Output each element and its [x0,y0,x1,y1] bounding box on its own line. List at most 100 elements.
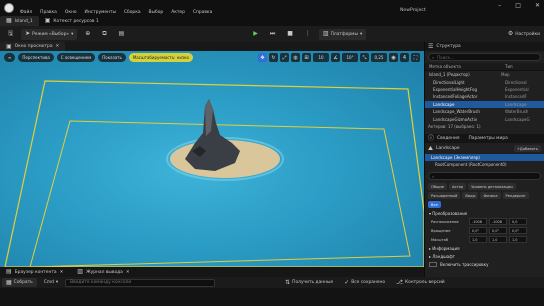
close-icon[interactable]: ✕ [56,44,60,49]
menu-item-window[interactable]: Окно [65,10,77,15]
world-settings-tab-label[interactable]: Параметры мира [468,136,507,141]
menu-item-tools[interactable]: Инструменты [85,10,116,15]
play-options-button[interactable]: ⋮ [301,29,315,40]
scale-z-field[interactable]: 1,0 [509,236,527,243]
close-icon[interactable]: ✕ [60,270,64,275]
step-button[interactable]: ⏭ [266,29,279,40]
chevron-down-icon: ▾ [71,31,74,37]
viewport-toolbar-left: ≡ Перспектива С освещением Показать Масш… [4,53,193,62]
filter-physics[interactable]: Физика [480,192,501,199]
rotation-y-field[interactable]: 0,0° [489,227,507,234]
actor-name[interactable]: Landscape [436,146,511,151]
tab-output-log[interactable]: ▥ Журнал вывода ✕ [71,267,135,277]
filter-views[interactable]: Виды [462,192,479,199]
outliner-row-selected[interactable]: Landscape Landscape [425,100,544,108]
settings-button[interactable]: ⚙ Настройки [504,29,544,40]
tab-level[interactable]: ▦ Island_1 [0,16,39,26]
scale-x-field[interactable]: 1,0 [469,236,487,243]
rotation-x-field[interactable]: 0,0° [469,227,487,234]
camera-speed-icon[interactable]: ◉ [389,53,398,62]
rotate-tool-icon[interactable]: ↻ [269,53,278,62]
location-z-field[interactable]: 0,0 [509,218,527,225]
menu-item-edit[interactable]: Правка [40,10,57,15]
outliner-row[interactable]: Landscape_WaterBrush WaterBrush [425,108,544,115]
scale-snap-icon[interactable]: ⤡ [360,53,369,62]
cinematics-button[interactable]: ▤ [115,29,129,40]
rotation-z-field[interactable]: 0,0° [509,227,527,234]
filter-rendering[interactable]: Рендеринг [502,192,529,199]
maximize-icon[interactable]: □ [515,2,521,9]
translate-tool-icon[interactable]: ✥ [258,53,267,62]
close-icon[interactable]: ✕ [126,270,130,275]
details-tab-label[interactable]: Сведения [437,136,459,141]
outliner-row[interactable]: LandscapeGizmoActiv LandscapeG [425,115,544,122]
component-row-selected[interactable]: Landscape (Экземпляр) [425,154,544,161]
camera-speed-value[interactable]: 4 [400,53,409,62]
outliner-row[interactable]: InstancedFoliageActor InstancedF [425,93,544,100]
rotation-snap-value[interactable]: 10° [342,53,358,62]
close-icon[interactable]: ✕ [535,2,540,9]
lit-dropdown[interactable]: С освещением [56,53,96,62]
section-landscape[interactable]: ▸ Ландшафт [425,252,544,260]
mode-dropdown[interactable]: ➤ Режим «Выбор» ▾ [21,28,78,40]
console-input[interactable]: Введите команду консоли [65,278,216,287]
menu-item-select[interactable]: Выбор [149,10,164,15]
menu-item-file[interactable]: Файл [20,10,32,15]
scalability-warning[interactable]: Масштабируемость: низко [128,53,193,62]
scale-tool-icon[interactable]: ⤢ [280,53,289,62]
stop-button[interactable]: ■ [283,29,297,40]
scale-snap-value[interactable]: 0,25 [371,53,387,62]
cmd-dropdown[interactable]: Cmd ▾ [40,278,62,287]
outliner-search-input[interactable]: ⌕ Поиск... [428,53,541,61]
section-trace[interactable]: Включить трассировку [425,260,544,268]
unreal-logo-icon[interactable] [4,3,14,13]
menu-item-actor[interactable]: Актер [171,10,185,15]
rotation-snap-icon[interactable]: ∡ [331,53,340,62]
add-component-button[interactable]: + Добавить [513,145,541,152]
trace-checkbox[interactable] [429,261,437,267]
grid-snap-value[interactable]: 10 [313,53,329,62]
col-label[interactable]: Метка объекта [429,64,505,69]
maximize-viewport-icon[interactable]: ⛶ [411,53,420,62]
blueprint-button[interactable]: ⧉ [98,29,110,40]
show-dropdown[interactable]: Показать [98,53,126,62]
revision-control-button[interactable]: ⎇ Контроль версий [392,278,449,287]
perspective-dropdown[interactable]: Перспектива [18,53,54,62]
details-search-input[interactable]: ⌕ [428,172,541,180]
col-type[interactable]: Тип [505,64,513,69]
scale-y-field[interactable]: 1,0 [489,236,507,243]
tab-content-browser[interactable]: ▤ Браузер контента ✕ [0,267,69,277]
viewport-menu-button[interactable]: ≡ [4,53,16,62]
filter-lod[interactable]: Уровень детализации [468,183,516,190]
tab-content-context[interactable]: ▣ Котекст ресурсов 1 [39,16,105,26]
surface-snap-icon[interactable]: ⊞ [302,53,311,62]
save-button[interactable]: 🖫 [4,29,17,40]
content-drawer-button[interactable]: ▦ Собрать [2,278,37,287]
world-space-icon[interactable]: ◍ [291,53,300,62]
outliner-row[interactable]: Island_1 (Редактор) Мир [425,71,544,78]
menu-item-build[interactable]: Сборка [124,10,141,15]
filter-actor[interactable]: Актер [448,183,467,190]
derived-data-button[interactable]: ⇅ Получить данные [281,278,337,287]
filter-general[interactable]: Общие [428,183,447,190]
all-saved-button[interactable]: ✓ Все сохранено [340,278,389,287]
location-y-field[interactable]: -1008 [489,218,507,225]
add-actor-button[interactable]: ⊕ [81,29,94,40]
tab-viewport[interactable]: ▣ Окно просмотра ✕ [0,42,66,51]
outliner-row[interactable]: DirectionalLight Directional [425,78,544,85]
platforms-dropdown[interactable]: ▥ Платформы ▾ [318,28,367,40]
component-row[interactable]: RootComponent (RootComponent0) [425,161,544,168]
menu-item-help[interactable]: Справка [193,10,212,15]
component-name: Landscape (Экземпляр) [431,155,480,160]
filter-all[interactable]: Все [428,201,441,208]
filter-advanced[interactable]: Расширенный [428,192,461,199]
section-info[interactable]: ▸ Информация [425,244,544,252]
location-x-field[interactable]: -1008 [469,218,487,225]
level-viewport[interactable]: ≡ Перспектива С освещением Показать Масш… [0,51,424,267]
play-button[interactable]: ▶ [249,29,262,40]
outliner-row[interactable]: ExponentialHeightFog Exponential [425,86,544,93]
outliner-tab-label[interactable]: Структура [436,44,460,49]
minimize-icon[interactable]: – [498,2,501,9]
section-transform[interactable]: ▾ Преобразование [425,209,544,217]
row-type: Exponential [505,86,529,92]
